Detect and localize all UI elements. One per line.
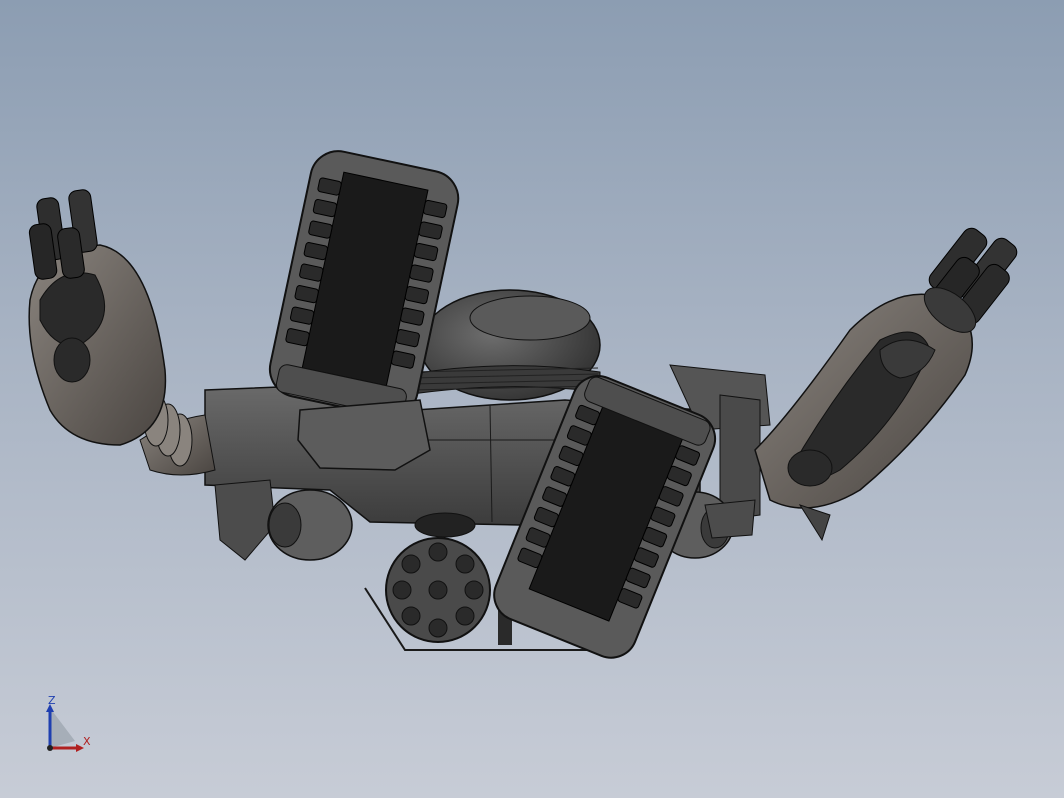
cad-viewport[interactable]: Z X [0, 0, 1064, 798]
left-arm [28, 244, 216, 476]
left-pod-mount [297, 399, 431, 471]
robot-model-render[interactable] [0, 0, 1064, 798]
x-axis-label: X [83, 735, 91, 748]
z-axis-label: Z [48, 694, 56, 707]
right-arm [754, 293, 973, 542]
axis-triad: Z X [40, 694, 100, 756]
